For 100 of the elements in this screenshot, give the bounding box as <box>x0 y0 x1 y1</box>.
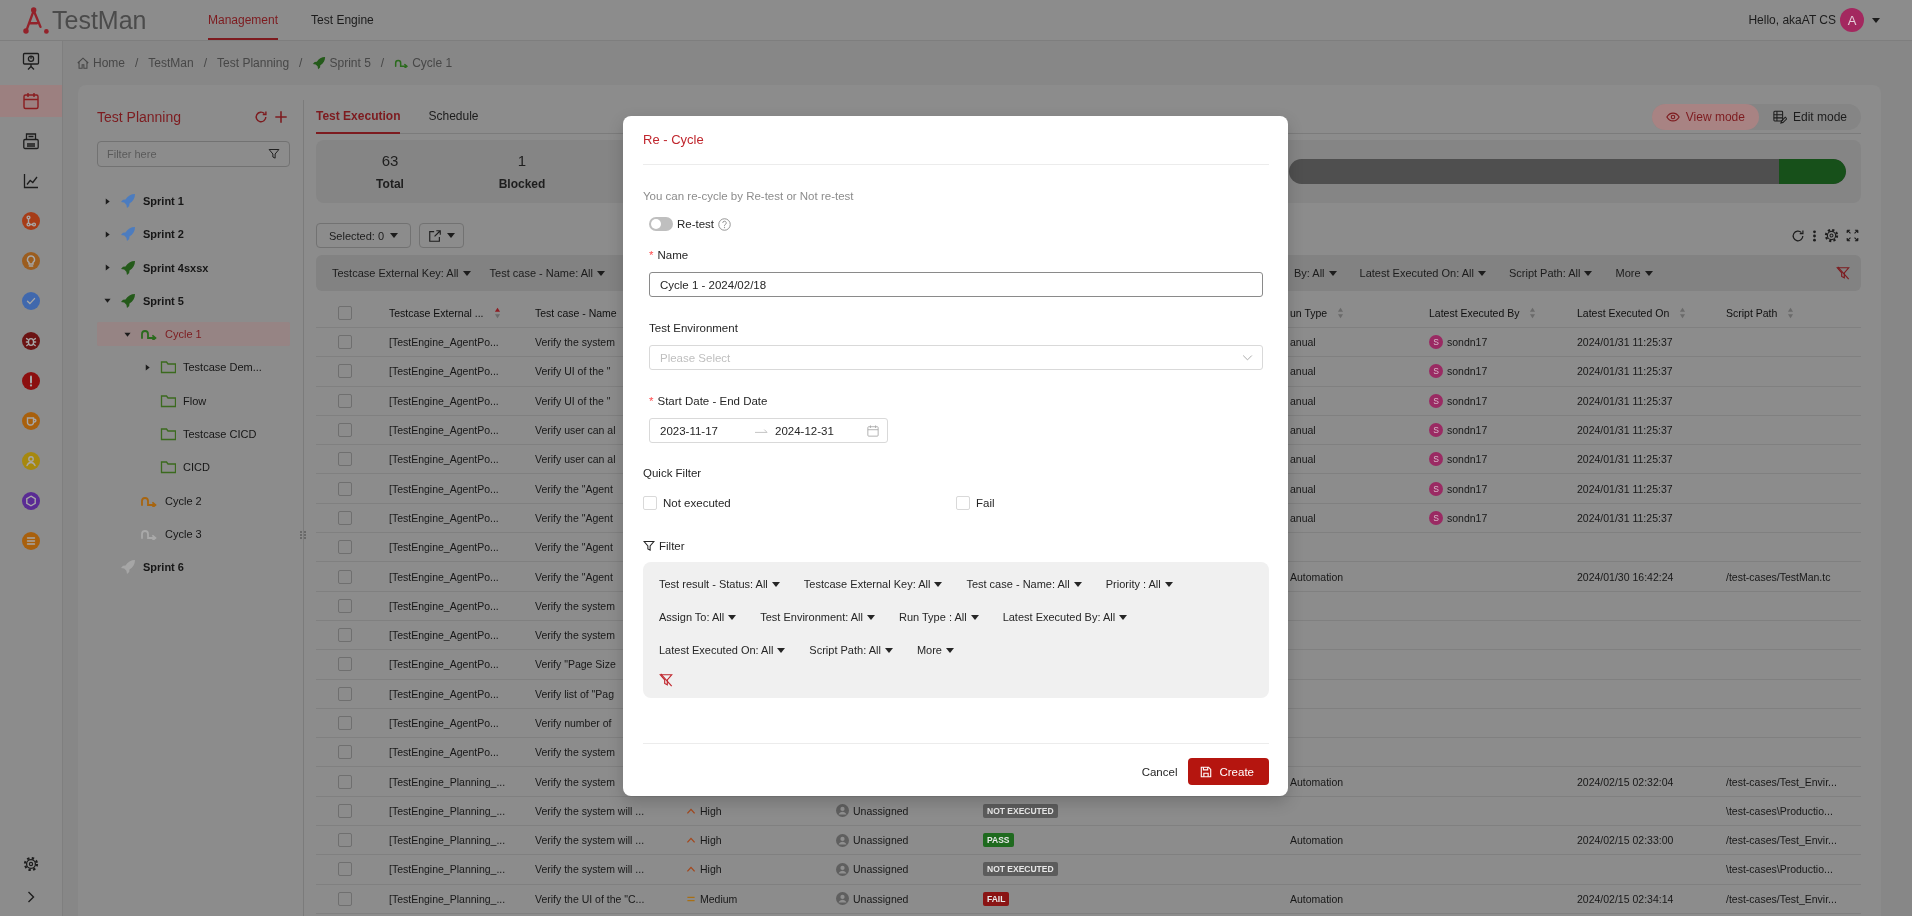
sort-icon[interactable] <box>1529 307 1537 319</box>
filter-dropdown[interactable]: Latest Executed On: All <box>659 640 786 660</box>
mode-button[interactable]: Edit mode <box>1758 103 1861 130</box>
rail-item[interactable] <box>0 85 62 117</box>
filter-dropdown[interactable]: Latest Executed By: All <box>1002 607 1128 627</box>
filter-dropdown[interactable]: Script Path: All <box>809 640 893 660</box>
filter-dropdown[interactable]: Latest Executed On: All <box>1359 267 1486 279</box>
checkbox[interactable] <box>338 481 352 496</box>
caret-icon[interactable] <box>143 364 151 371</box>
checkbox[interactable] <box>338 803 352 818</box>
filter-dropdown[interactable]: Testcase External Key: All <box>803 574 943 594</box>
refresh-icon[interactable] <box>1791 228 1805 243</box>
user-avatar[interactable]: A <box>1840 8 1864 32</box>
help-icon[interactable] <box>718 217 732 231</box>
tree-item[interactable]: Cycle 2 <box>97 488 290 513</box>
more-vertical-icon[interactable] <box>1812 228 1817 243</box>
checkbox[interactable] <box>338 510 352 525</box>
tree-item[interactable]: Flow <box>97 388 290 413</box>
caret-icon[interactable] <box>103 197 111 205</box>
list-icon <box>22 532 40 550</box>
checkbox[interactable] <box>338 335 352 350</box>
tree-item[interactable]: Sprint 5 <box>97 288 290 313</box>
checkbox[interactable] <box>338 628 352 643</box>
tab[interactable]: Schedule <box>428 100 479 134</box>
nav-tab[interactable]: Test Engine <box>311 0 374 40</box>
equals-icon <box>686 894 696 903</box>
expand-icon[interactable] <box>1846 229 1859 242</box>
filter-dropdown[interactable]: Test case - Name: All <box>489 267 605 279</box>
name-input[interactable]: Cycle 1 - 2024/02/18 <box>649 272 1263 297</box>
checkbox[interactable] <box>338 686 352 701</box>
selection-dropdown[interactable]: Selected: 0 <box>316 223 412 248</box>
cancel-button[interactable]: Cancel <box>1134 758 1185 785</box>
resize-handle-icon[interactable] <box>299 530 307 540</box>
filter-dropdown[interactable]: Run Type : All <box>898 607 979 627</box>
filter-dropdown[interactable]: Script Path: All <box>1508 267 1593 279</box>
tree-item[interactable]: Sprint 2 <box>97 222 290 247</box>
checkbox[interactable] <box>338 393 352 408</box>
date-range-field[interactable]: 2023-11-17 2024-12-31 <box>649 418 888 443</box>
checkbox[interactable] <box>338 423 352 438</box>
filter-dropdown[interactable]: Test Environment: All <box>760 607 875 627</box>
sort-icon[interactable] <box>1679 307 1687 319</box>
filter-dropdown[interactable]: More <box>916 640 954 660</box>
filter-dropdown[interactable]: Priority : All <box>1105 574 1173 594</box>
caret-icon[interactable] <box>103 264 111 272</box>
filter-dropdown[interactable]: Testcase External Key: All <box>332 267 471 279</box>
settings-icon[interactable] <box>1824 228 1839 243</box>
checkbox[interactable] <box>338 774 352 789</box>
caret-down-icon <box>447 233 456 238</box>
tab[interactable]: Test Execution <box>316 100 401 134</box>
filter-dropdown[interactable]: More <box>1615 267 1653 279</box>
export-dropdown[interactable] <box>419 223 465 248</box>
start-date[interactable]: 2023-11-17 <box>660 424 718 437</box>
tree-item[interactable]: Sprint 1 <box>97 189 290 213</box>
clear-filter-icon[interactable] <box>659 673 673 687</box>
settings-icon[interactable] <box>23 856 39 872</box>
tree-item[interactable]: Cycle 3 <box>97 521 290 546</box>
plus-icon[interactable] <box>274 110 288 124</box>
caret-down-icon <box>596 270 605 276</box>
filter-dropdown[interactable]: Assign To: All <box>659 607 737 627</box>
caret-icon[interactable] <box>103 230 111 238</box>
nav-tab[interactable]: Management <box>208 0 279 40</box>
sort-icon[interactable] <box>493 307 501 319</box>
checkbox[interactable] <box>338 745 352 760</box>
sort-icon[interactable] <box>1787 307 1795 319</box>
clear-filter-icon[interactable] <box>1836 266 1850 280</box>
checkbox[interactable] <box>338 306 352 320</box>
checkbox[interactable] <box>338 540 352 555</box>
filter-dropdown[interactable]: By: All <box>1294 267 1337 279</box>
caret-down-icon <box>1164 581 1173 587</box>
caret-icon[interactable] <box>123 330 131 338</box>
calendar-icon[interactable] <box>867 424 879 437</box>
checkbox[interactable] <box>338 569 352 584</box>
chevron-right-icon[interactable] <box>27 891 35 903</box>
checkbox[interactable] <box>338 833 352 848</box>
caret-icon[interactable] <box>103 297 111 305</box>
checkbox[interactable] <box>338 891 352 906</box>
tree-item[interactable]: Sprint 4sxsx <box>97 255 290 280</box>
checkbox[interactable] <box>338 716 352 730</box>
tree-item[interactable]: CICD <box>97 455 290 480</box>
tree-item[interactable]: Testcase Dem... <box>97 355 290 380</box>
table-cell: sondn17 <box>1447 511 1488 524</box>
checkbox[interactable] <box>338 364 352 379</box>
checkbox[interactable] <box>338 657 352 672</box>
checkbox[interactable] <box>338 598 352 613</box>
filter-dropdown[interactable]: Test case - Name: All <box>966 574 1082 594</box>
refresh-icon[interactable] <box>254 110 268 124</box>
retest-toggle[interactable] <box>649 217 673 231</box>
checkbox[interactable] <box>338 452 352 467</box>
tree-item[interactable]: Cycle 1 <box>97 322 290 347</box>
filter-dropdown[interactable]: Test result - Status: All <box>659 574 780 594</box>
checkbox[interactable] <box>338 862 352 877</box>
create-button[interactable]: Create <box>1188 758 1269 785</box>
tree-item[interactable]: Sprint 6 <box>97 555 290 580</box>
sort-icon[interactable] <box>1337 307 1345 319</box>
tree-item[interactable]: Testcase CICD <box>97 422 290 447</box>
breadcrumb-separator: / <box>299 56 303 70</box>
folder-icon <box>160 359 176 376</box>
end-date[interactable]: 2024-12-31 <box>775 424 834 437</box>
mode-button[interactable]: View mode <box>1651 103 1759 130</box>
caret-down-icon[interactable] <box>1872 17 1880 23</box>
